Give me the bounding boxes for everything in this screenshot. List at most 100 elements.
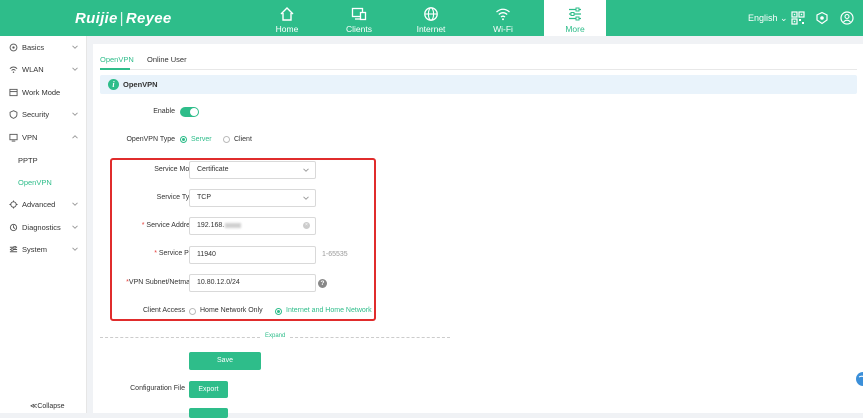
tab-openvpn[interactable]: OpenVPN	[100, 55, 134, 64]
access-home-only-label[interactable]: Home Network Only	[200, 307, 263, 314]
floating-help-widget[interactable]	[853, 372, 863, 386]
highlight-box	[110, 158, 376, 321]
nav-clients[interactable]: Clients	[329, 0, 389, 36]
tab-divider	[100, 69, 857, 70]
sidebar-label-system: System	[22, 245, 48, 254]
service-type-select[interactable]: TCP	[189, 189, 316, 207]
chevron-down-icon	[72, 247, 78, 251]
expand-divider-left	[100, 337, 260, 338]
subnet-input[interactable]: 10.80.12.0/24	[189, 274, 316, 292]
service-address-input[interactable]: 192.168. ×	[189, 217, 316, 235]
service-port-label: * Service Port	[113, 250, 197, 257]
type-client-radio[interactable]	[223, 136, 230, 143]
language-selector[interactable]: English ⌄	[748, 13, 788, 24]
chevron-down-icon	[72, 225, 78, 229]
top-bar: Ruijie | Reyee Home Clients Internet Wi-Fi…	[0, 0, 863, 36]
chevron-down-icon	[303, 196, 309, 200]
subnet-label-text: VPN Subnet/Netmask	[128, 279, 197, 286]
type-client-label[interactable]: Client	[234, 136, 252, 143]
save-button[interactable]: Save	[189, 352, 261, 370]
client-access-label: Client Access	[142, 307, 185, 314]
user-icon[interactable]	[840, 11, 854, 25]
tab-online-user[interactable]: Online User	[147, 55, 187, 64]
sidebar-item-advanced[interactable]: Advanced	[0, 194, 87, 214]
secondary-button[interactable]	[189, 408, 228, 418]
service-mode-select[interactable]: Certificate	[189, 161, 316, 179]
chevron-down-icon	[72, 112, 78, 116]
type-server-radio[interactable]	[180, 136, 187, 143]
sidebar-label-work-mode: Work Mode	[22, 88, 61, 97]
nav-more-label: More	[565, 24, 585, 34]
sidebar-item-wlan[interactable]: WLAN	[0, 59, 87, 79]
wlan-icon	[9, 66, 18, 73]
diagnostics-icon	[9, 223, 18, 232]
chevron-down-icon	[72, 67, 78, 71]
access-home-only-radio[interactable]	[189, 308, 196, 315]
collapse-button[interactable]: ≪Collapse	[30, 402, 65, 410]
service-mode-label: Service Mode	[154, 166, 197, 173]
service-port-input[interactable]: 11940	[189, 246, 316, 264]
nav-internet[interactable]: Internet	[401, 0, 461, 36]
sidebar-item-basics[interactable]: Basics	[0, 37, 87, 57]
sidebar-subitem-openvpn[interactable]: OpenVPN	[18, 178, 52, 187]
nav-wifi-label: Wi-Fi	[493, 24, 513, 34]
nav-more[interactable]: More	[544, 0, 606, 36]
tab-active-indicator	[100, 68, 130, 70]
type-server-label[interactable]: Server	[191, 136, 212, 143]
advanced-icon	[9, 200, 18, 209]
sidebar: Basics WLAN Work Mode Security VPN PPTP …	[0, 36, 87, 413]
export-button[interactable]: Export	[189, 381, 228, 398]
wifi-icon	[496, 8, 510, 21]
service-address-value: 192.168.	[197, 222, 225, 229]
workmode-icon	[9, 88, 18, 97]
openvpn-type-label: OpenVPN Type	[126, 136, 175, 143]
service-mode-value: Certificate	[197, 166, 229, 173]
sidebar-item-diagnostics[interactable]: Diagnostics	[0, 217, 87, 237]
qr-code-icon[interactable]	[791, 11, 805, 25]
bell-icon[interactable]	[815, 11, 829, 25]
nav-wifi[interactable]: Wi-Fi	[473, 0, 533, 36]
sidebar-item-security[interactable]: Security	[0, 104, 87, 124]
sidebar-item-vpn[interactable]: VPN	[0, 127, 87, 147]
section-banner: i OpenVPN	[100, 75, 857, 94]
chevron-down-icon	[72, 45, 78, 49]
basics-icon	[9, 43, 18, 52]
sidebar-label-diagnostics: Diagnostics	[22, 223, 61, 232]
service-port-value: 11940	[197, 251, 216, 258]
sidebar-label-security: Security	[22, 110, 50, 119]
service-port-range-hint: 1-65535	[322, 251, 348, 258]
info-icon: i	[108, 79, 119, 90]
access-internet-home-label[interactable]: Internet and Home Network	[286, 307, 372, 314]
nav-home-label: Home	[275, 24, 299, 34]
expand-link[interactable]: Expand	[265, 333, 285, 339]
enable-toggle[interactable]	[180, 107, 199, 117]
nav-home[interactable]: Home	[257, 0, 317, 36]
system-icon	[9, 245, 18, 253]
subnet-label: *VPN Subnet/Netmask	[107, 279, 197, 286]
sidebar-item-system[interactable]: System	[0, 239, 87, 259]
config-file-label: Configuration File	[130, 385, 185, 392]
sidebar-subitem-pptp[interactable]: PPTP	[18, 156, 38, 165]
clients-icon	[351, 7, 367, 21]
logo-right: Reyee	[125, 10, 172, 27]
brand-logo: Ruijie | Reyee	[75, 10, 172, 27]
clear-icon[interactable]: ×	[303, 222, 310, 229]
enable-label: Enable	[153, 108, 175, 115]
globe-icon	[424, 7, 438, 21]
nav-internet-label: Internet	[416, 24, 446, 34]
chevron-down-icon	[72, 202, 78, 206]
help-icon[interactable]: ?	[318, 279, 327, 288]
service-address-label: * Service Address	[113, 222, 197, 229]
section-title: OpenVPN	[123, 80, 158, 89]
required-mark: *	[141, 222, 145, 229]
sidebar-label-vpn: VPN	[22, 133, 38, 142]
sidebar-item-work-mode[interactable]: Work Mode	[0, 82, 87, 102]
vpn-icon	[9, 133, 18, 142]
main-panel: OpenVPN Online User i OpenVPN Enable Ope…	[93, 44, 863, 418]
service-type-value: TCP	[197, 194, 211, 201]
service-type-label: Service Type	[156, 194, 197, 201]
sidebar-label-basics: Basics	[22, 43, 45, 52]
security-icon	[9, 110, 18, 119]
chevron-up-icon	[72, 135, 78, 139]
access-internet-home-radio[interactable]	[275, 308, 282, 315]
